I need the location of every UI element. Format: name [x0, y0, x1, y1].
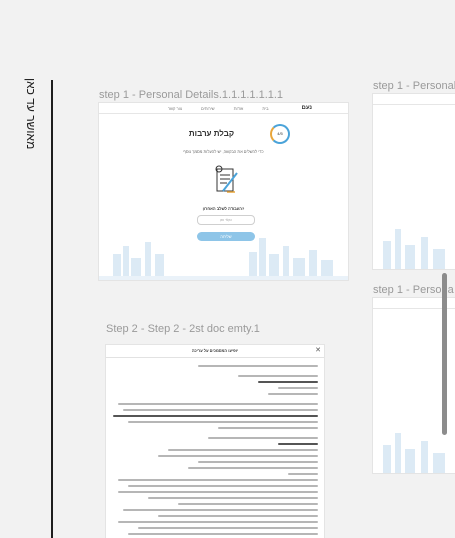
section-title[interactable]: מאושר עד כאן [18, 78, 38, 158]
document-title: יופיעו המסמכים על עריכה [191, 348, 239, 353]
divider [106, 357, 324, 358]
nav-links: בית אודות שירותים צור קשר [159, 106, 278, 111]
frame-step1-personal-details[interactable]: נעם בית אודות שירותים צור קשר 4/5 קבלת ע… [99, 103, 348, 280]
document-sign-icon [215, 165, 238, 193]
logo: נעם [301, 105, 313, 111]
close-icon[interactable]: ✕ [315, 346, 321, 354]
nav-item[interactable]: שירותים [201, 106, 215, 111]
nav-item[interactable]: אודות [234, 106, 244, 111]
nav-item[interactable]: בית [262, 106, 268, 111]
frame-label-2[interactable]: Step 2 - Step 2 - 2st doc emty.1 [106, 323, 260, 335]
question-text: העבודה לשלב האחרון? [202, 206, 245, 211]
frame-step1-personal-2[interactable] [373, 94, 455, 269]
app-header: נעם בית אודות שירותים צור קשר [99, 103, 348, 114]
city-skyline-illustration [99, 238, 348, 280]
section-divider [51, 80, 53, 538]
page-subtitle: כדי להשלים את הבקשה, יש להעלות מסמך נוסף [183, 149, 264, 154]
nav-item[interactable]: צור קשר [168, 106, 182, 111]
scrollbar[interactable] [442, 273, 447, 435]
frame-label-1[interactable]: step 1 - Personal Details.1.1.1.1.1.1.1 [99, 89, 283, 101]
frame-label-3[interactable]: step 1 - Personal [373, 80, 455, 92]
frame-step2-document[interactable]: יופיעו המסמכים על עריכה ✕ [106, 345, 324, 538]
city-skyline-illustration [383, 229, 445, 269]
page-title: קבלת ערבות [188, 129, 235, 138]
app-header [373, 94, 455, 105]
